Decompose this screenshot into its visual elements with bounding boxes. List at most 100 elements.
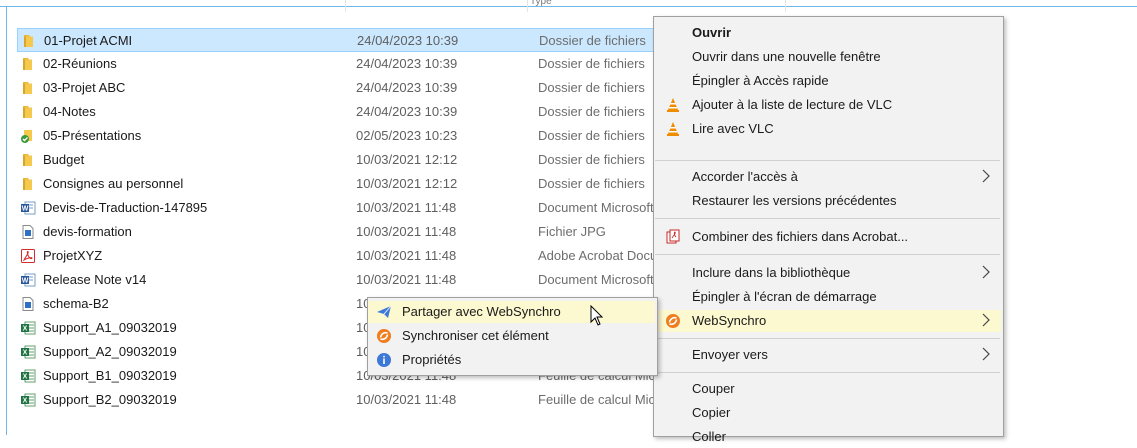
file-name: 04-Notes [43, 104, 96, 119]
excel-icon: X [20, 344, 36, 360]
word-document-icon: W [20, 200, 36, 216]
chevron-right-icon [981, 168, 991, 184]
file-type: Dossier de fichiers [538, 56, 645, 71]
menu-item-websynchro[interactable]: WebSynchro [654, 310, 1001, 332]
submenu-item-label: Propriétés [402, 352, 462, 367]
menu-item-label: Ouvrir [692, 25, 732, 40]
websynchro-icon [665, 313, 681, 329]
menu-item-label: WebSynchro [692, 313, 767, 328]
menu-item-coller[interactable]: Coller [654, 426, 1001, 448]
image-file-icon [20, 224, 36, 240]
file-date: 10/03/2021 11:48 [356, 224, 457, 239]
file-type: Dossier de fichiers [538, 104, 645, 119]
menu-item-envoyer-vers[interactable]: Envoyer vers [654, 344, 1001, 366]
file-date: 10/03/2021 11:48 [356, 200, 457, 215]
file-name: 01-Projet ACMI [44, 33, 133, 48]
file-name: Support_B2_09032019 [43, 392, 177, 407]
menu-item-label: Copier [692, 405, 731, 420]
menu-item-inclure-dans-la-bibliotheque[interactable]: Inclure dans la bibliothèque [654, 262, 1001, 284]
menu-separator [655, 160, 1000, 161]
file-name: 02-Réunions [43, 56, 117, 71]
menu-item-restaurer-les-versions-precedentes[interactable]: Restaurer les versions précédentes [654, 190, 1001, 212]
file-type: Dossier de fichiers [538, 176, 645, 191]
file-row[interactable]: Budget 10/03/2021 12:12 Dossier de fichier… [17, 148, 657, 172]
menu-item-label: Restaurer les versions précédentes [692, 193, 897, 208]
column-separator[interactable] [785, 0, 786, 12]
file-type: Document Microsoft Word [538, 272, 657, 287]
window-frame-top [0, 6, 1137, 7]
file-type: Dossier de fichiers [538, 128, 645, 143]
menu-item-label: Ajouter à la liste de lecture de VLC [692, 97, 893, 112]
websynchro-submenu: Partager avec WebSynchro Synchroniser cet… [367, 297, 658, 376]
svg-text:X: X [23, 374, 28, 381]
file-row[interactable]: Consignes au personnel 10/03/2021 12:12 Do… [17, 172, 657, 196]
file-date: 24/04/2023 10:39 [356, 104, 458, 119]
menu-item-combiner-des-fichiers-dans-acrobat[interactable]: Combiner des fichiers dans Acrobat... [654, 226, 1001, 248]
pdf-icon [20, 248, 36, 264]
column-separator[interactable] [527, 0, 528, 12]
file-name: schema-B2 [43, 296, 109, 311]
file-type: Dossier de fichiers [538, 152, 645, 167]
file-row[interactable]: W Release Note v14 10/03/2021 11:48 Documen… [17, 268, 657, 292]
menu-item-label: Épingler à l'écran de démarrage [692, 289, 877, 304]
file-row[interactable]: 02-Réunions 24/04/2023 10:39 Dossier de fi… [17, 52, 657, 76]
menu-item-copier[interactable]: Copier [654, 402, 1001, 424]
mouse-cursor-icon [590, 305, 604, 326]
folder-icon [21, 33, 37, 49]
file-name: 03-Projet ABC [43, 80, 126, 95]
menu-item-label: Accorder l'accès à [692, 169, 798, 184]
websynchro-icon [376, 328, 392, 344]
file-row[interactable]: ProjetXYZ 10/03/2021 11:48 Adobe Acrobat D… [17, 244, 657, 268]
submenu-item-label: Partager avec WebSynchro [402, 304, 561, 319]
submenu-item-proprietes[interactable]: Propriétés [368, 349, 655, 371]
file-date: 10/03/2021 11:48 [356, 392, 457, 407]
info-icon [376, 352, 392, 368]
column-header-type[interactable]: Type [530, 0, 570, 6]
acrobat-combine-icon [665, 229, 681, 245]
submenu-item-label: Synchroniser cet élément [402, 328, 549, 343]
file-row[interactable]: devis-formation 10/03/2021 11:48 Fichier J… [17, 220, 657, 244]
chevron-right-icon [981, 346, 991, 362]
menu-item-couper[interactable]: Couper [654, 378, 1001, 400]
vlc-icon [665, 121, 681, 137]
file-date: 24/04/2023 10:39 [356, 80, 458, 95]
column-separator[interactable] [345, 0, 346, 12]
menu-item-ouvrir[interactable]: Ouvrir [654, 22, 1001, 44]
synced-folder-icon [20, 128, 36, 144]
menu-item-ajouter-a-la-liste-de-lecture-de-vlc[interactable]: Ajouter à la liste de lecture de VLC [654, 94, 1001, 116]
svg-text:W: W [22, 278, 29, 285]
file-type: Fichier JPG [538, 224, 606, 239]
file-date: 02/05/2023 10:23 [356, 128, 458, 143]
file-name: Support_A1_09032019 [43, 320, 177, 335]
menu-item-lire-avec-vlc[interactable]: Lire avec VLC [654, 118, 1001, 140]
file-row[interactable]: X Support_B2_09032019 10/03/2021 11:48 Feui… [17, 388, 657, 412]
svg-text:X: X [23, 326, 28, 333]
file-name: 05-Présentations [43, 128, 142, 143]
file-row[interactable]: 04-Notes 24/04/2023 10:39 Dossier de fichi… [17, 100, 657, 124]
svg-text:W: W [22, 206, 29, 213]
file-row[interactable]: 01-Projet ACMI 24/04/2023 10:39 Dossier de… [17, 28, 657, 52]
menu-item-epingler-a-l-ecran-de-demarrage[interactable]: Épingler à l'écran de démarrage [654, 286, 1001, 308]
folder-icon [20, 176, 36, 192]
file-name: Support_B1_09032019 [43, 368, 177, 383]
svg-text:X: X [23, 398, 28, 405]
menu-item-label: Lire avec VLC [692, 121, 774, 136]
submenu-item-partager-avec-websynchro[interactable]: Partager avec WebSynchro [368, 301, 655, 323]
file-row[interactable]: W Devis-de-Traduction-147895 10/03/2021 11… [17, 196, 657, 220]
menu-item-epingler-a-acces-rapide[interactable]: Épingler à Accès rapide [654, 70, 1001, 92]
menu-item-label: Combiner des fichiers dans Acrobat... [692, 229, 909, 244]
file-row[interactable]: 05-Présentations 02/05/2023 10:23 Dossier … [17, 124, 657, 148]
file-type: Adobe Acrobat Document [538, 248, 657, 263]
menu-item-accorder-l-acces-a[interactable]: Accorder l'accès à [654, 166, 1001, 188]
menu-item-label: Inclure dans la bibliothèque [692, 265, 851, 280]
menu-separator [655, 218, 1000, 219]
file-row[interactable]: 03-Projet ABC 24/04/2023 10:39 Dossier de … [17, 76, 657, 100]
menu-item-ouvrir-dans-une-nouvelle-fenetre[interactable]: Ouvrir dans une nouvelle fenêtre [654, 46, 1001, 68]
chevron-right-icon [981, 312, 991, 328]
file-date: 10/03/2021 11:48 [356, 272, 457, 287]
file-date: 24/04/2023 10:39 [356, 56, 458, 71]
file-type: Feuille de calcul Microsoft Excel [538, 392, 657, 407]
folder-icon [20, 152, 36, 168]
folder-icon [20, 56, 36, 72]
submenu-item-synchroniser-cet-element[interactable]: Synchroniser cet élément [368, 325, 655, 347]
